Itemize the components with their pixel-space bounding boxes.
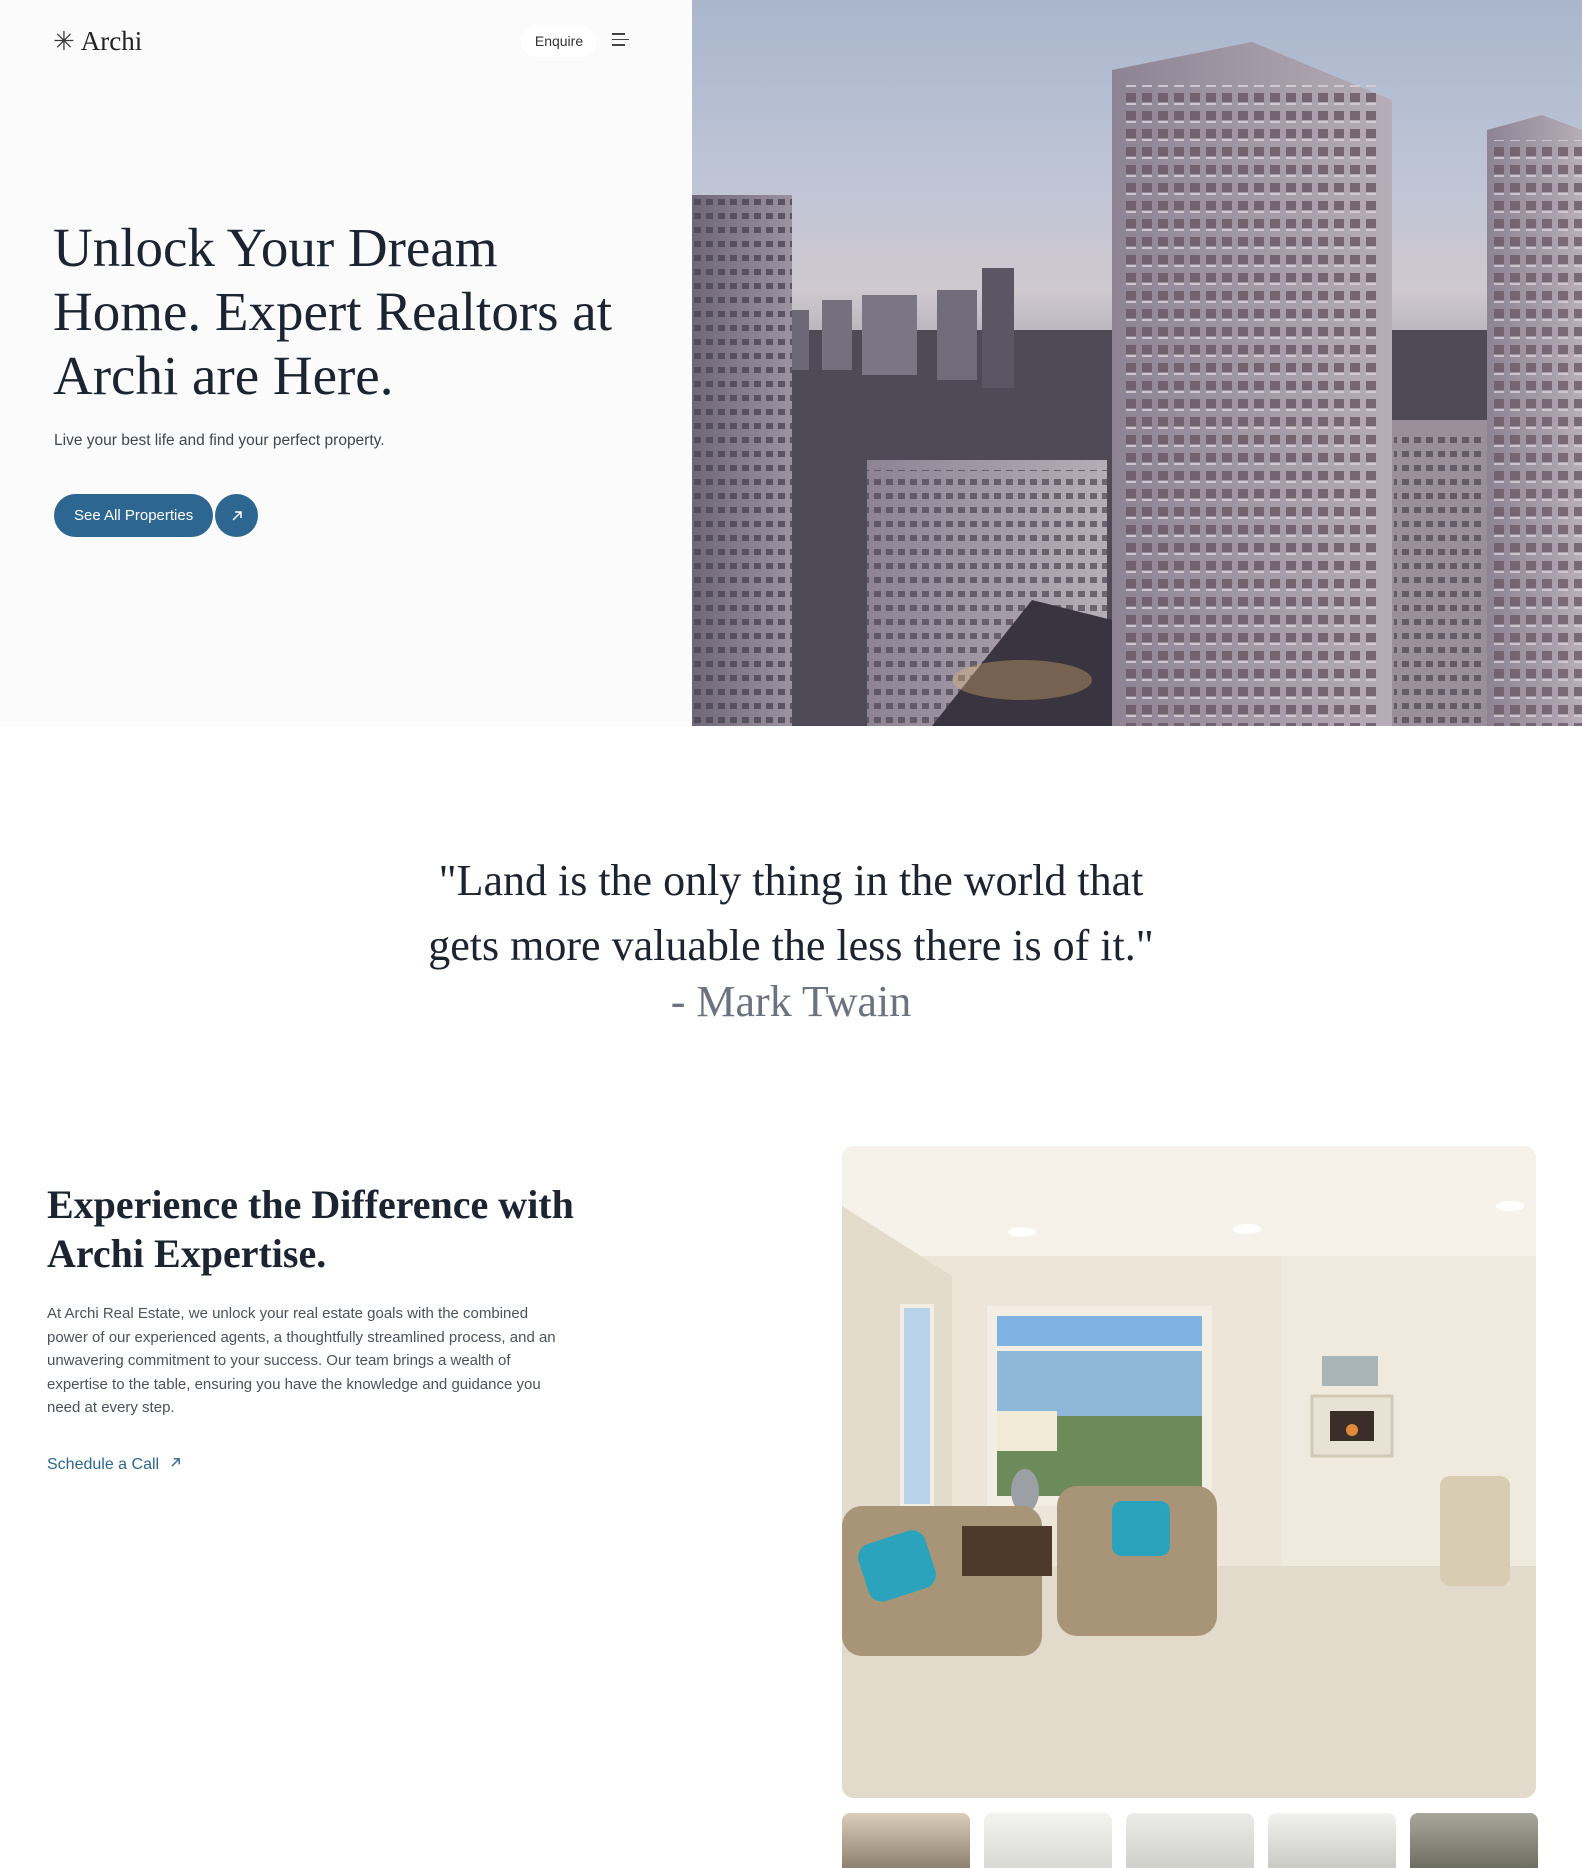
gallery-thumbnail[interactable] — [842, 1813, 970, 1868]
schedule-call-label: Schedule a Call — [47, 1456, 160, 1473]
gallery-thumbnail[interactable] — [1126, 1813, 1254, 1868]
brand-name: Archi — [80, 26, 143, 56]
brand-logo[interactable]: ✳ Archi — [53, 26, 142, 57]
quote-line-1: "Land is the only thing in the world tha… — [438, 856, 1144, 905]
expertise-title: Experience the Difference with Archi Exp… — [47, 1182, 574, 1276]
arrow-up-right-icon[interactable] — [215, 494, 259, 537]
quote-line-2: gets more valuable the less there is of … — [428, 921, 1154, 970]
interior-living-room-image — [842, 1146, 1536, 1798]
enquire-button[interactable]: Enquire — [521, 25, 597, 57]
hero-panel: ✳ Archi Enquire Unlock Your Dream Home. … — [0, 0, 692, 726]
hero-title: Unlock Your Dream Home. Expert Realtors … — [53, 217, 612, 406]
see-all-properties-cta[interactable]: See All Properties — [54, 494, 259, 537]
expertise-body: At Archi Real Estate, we unlock your rea… — [47, 1305, 556, 1416]
quote-text: "Land is the only thing in the world tha… — [0, 848, 1582, 978]
hero-subtitle: Live your best life and find your perfec… — [54, 432, 385, 449]
schedule-call-link[interactable]: Schedule a Call — [47, 1456, 182, 1474]
hero-cityscape-image — [692, 0, 1582, 726]
gallery-thumbnail[interactable] — [1268, 1813, 1396, 1868]
gallery-thumbnails — [842, 1813, 1538, 1868]
menu-icon[interactable] — [612, 33, 632, 49]
arrow-up-right-icon — [169, 1456, 182, 1474]
see-all-properties-button[interactable]: See All Properties — [54, 494, 214, 537]
gallery-thumbnail[interactable] — [1410, 1813, 1538, 1868]
gallery-thumbnail[interactable] — [984, 1813, 1112, 1868]
asterisk-icon: ✳ — [53, 26, 75, 57]
quote-author: - Mark Twain — [670, 977, 912, 1026]
